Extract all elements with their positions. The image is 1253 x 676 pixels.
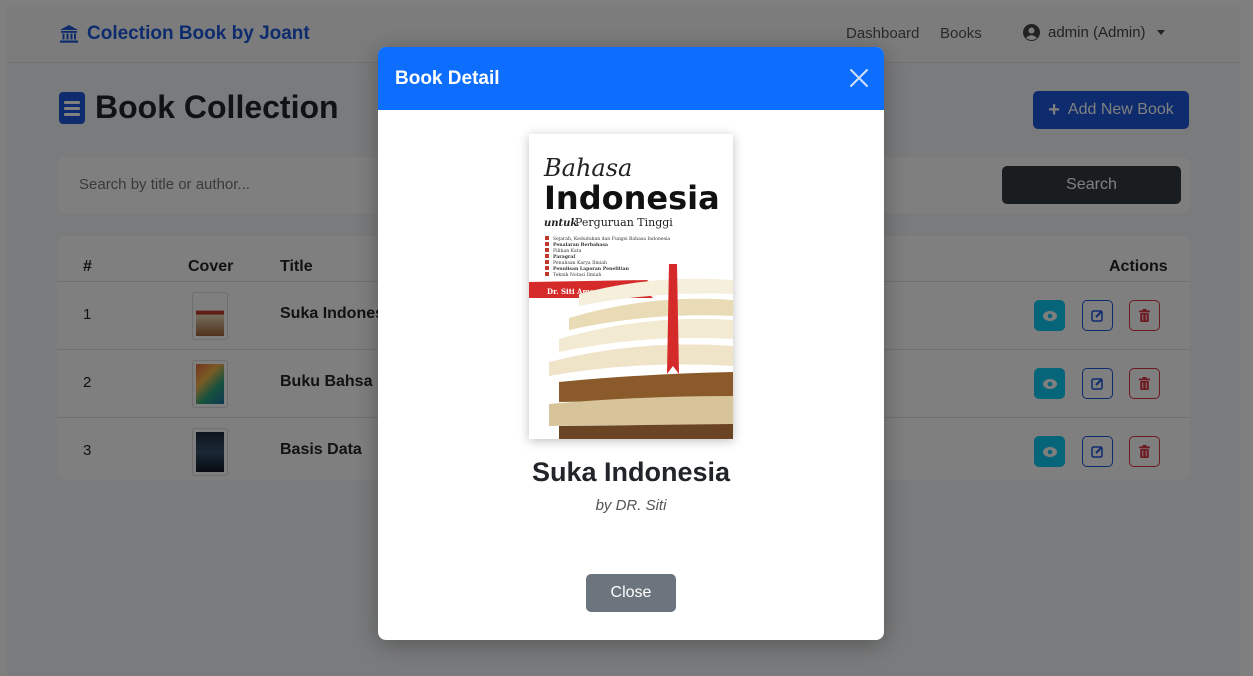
cover-bullet-1: Sejarah, Kedudukan dan Fungsi Bahasa Ind… (553, 236, 670, 242)
cover-line3a: untuk (544, 218, 577, 229)
book-cover-art: Bahasa Indonesia untuk Perguruan Tinggi … (529, 134, 733, 439)
cover-line1: Bahasa (543, 154, 632, 182)
book-title: Suka Indonesia (531, 457, 731, 487)
cover-bullet-4: Paragraf (553, 254, 576, 260)
close-icon[interactable] (848, 67, 870, 89)
cover-bullet-5: Penulisan Karya Ilmiah (553, 260, 607, 266)
cover-bullet-6: Penulisan Laporan Penelitian (553, 266, 630, 272)
cover-line2: Indonesia (544, 179, 720, 217)
book-cover-image: Bahasa Indonesia untuk Perguruan Tinggi … (529, 134, 733, 439)
book-detail-modal: Book Detail Bahasa Indonesia untuk Pergu… (378, 47, 884, 640)
cover-line3b: Perguruan Tinggi (575, 216, 673, 229)
book-author: by DR. Siti (595, 497, 667, 514)
cover-bullet-2: Penalaran Berbahasa (553, 242, 608, 248)
modal-title: Book Detail (395, 68, 500, 89)
close-button[interactable]: Close (586, 574, 676, 612)
modal-header: Book Detail (378, 47, 884, 110)
cover-bullet-7: Teknik Notasi Ilmiah (553, 272, 601, 278)
cover-bullet-3: Pilihan Kata (553, 248, 582, 254)
